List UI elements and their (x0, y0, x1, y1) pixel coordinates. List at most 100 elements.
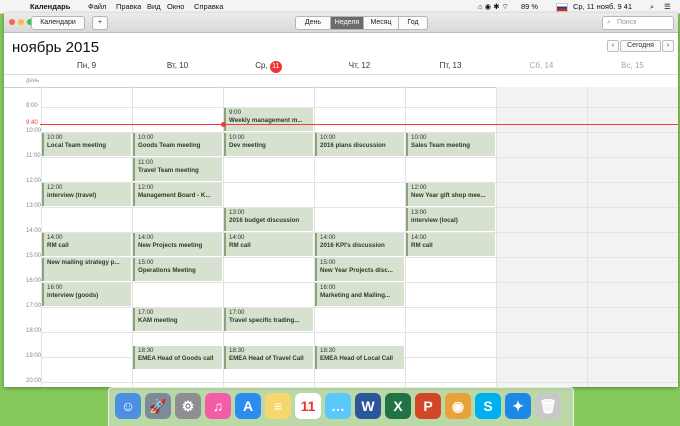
calendar-event[interactable]: 12:00 interview (travel) (42, 183, 131, 206)
day-header[interactable]: Вт, 10 (132, 61, 223, 70)
calendar-event[interactable]: 18:30 EMEA Head of Travel Call (224, 345, 313, 369)
search-placeholder[interactable]: Поиск (617, 17, 636, 29)
calendar-icon[interactable]: 11 (295, 393, 321, 419)
calendar-event[interactable]: 14:00 2016 KPI's discussion (315, 233, 404, 256)
day-column-divider (587, 87, 588, 387)
calendar-event[interactable]: 17:00 Travel specific trading... (224, 308, 313, 331)
launchpad-icon[interactable]: 🚀 (145, 393, 171, 419)
calendar-event[interactable]: 17:00 KAM meeting (133, 308, 222, 331)
battery-percent[interactable]: 89 % (521, 2, 538, 11)
menu-app-name[interactable]: Календарь (30, 2, 70, 11)
menu-clock[interactable]: Ср, 11 нояб. 9 41 (573, 2, 632, 11)
event-time: 10:00 (320, 134, 336, 141)
calendar-event[interactable]: 14:00 RM call (42, 233, 131, 256)
hour-label: 19:00 (26, 353, 42, 359)
excel-icon[interactable]: X (385, 393, 411, 419)
minimize-window-icon[interactable] (18, 19, 24, 25)
day-header[interactable]: Пт, 13 (405, 61, 496, 70)
day-header[interactable]: Чт, 12 (314, 61, 405, 70)
calendar-event[interactable]: 9:00 Weekly management m... (224, 108, 313, 131)
menu-window[interactable]: Окно (167, 2, 184, 11)
calendar-event[interactable]: 13:00 interview (local) (406, 208, 495, 231)
menu-help[interactable]: Справка (194, 2, 223, 11)
calendar-event[interactable]: 10:00 Dev meeting (224, 133, 313, 156)
tab-week[interactable]: Неделя (331, 17, 364, 29)
close-window-icon[interactable] (9, 19, 15, 25)
skype-icon[interactable]: S (475, 393, 501, 419)
word-icon[interactable]: W (355, 393, 381, 419)
event-time: 18:30 (138, 346, 154, 354)
notes-icon[interactable]: ≡ (265, 393, 291, 419)
calendar-event[interactable]: 12:00 Management Board - K... (133, 183, 222, 206)
calendar-event[interactable]: 11:00 Travel Team meeting (133, 158, 222, 181)
day-header[interactable]: Ср, 11 (223, 61, 314, 73)
event-title: Operations Meeting (138, 267, 196, 274)
hour-label: 17:00 (26, 303, 42, 309)
menu-bar: Календарь Файл Правка Вид Окно Справка ⌂… (0, 0, 680, 14)
tab-year[interactable]: Год (399, 17, 427, 29)
status-icons[interactable]: ⌂ ◉ ✱ ⌔ (478, 2, 509, 12)
tab-month[interactable]: Месяц (364, 17, 399, 29)
calendar-event[interactable]: 15:00 Operations Meeting (133, 258, 222, 281)
add-event-button[interactable]: + (92, 16, 108, 30)
day-header[interactable]: Вс, 15 (587, 61, 678, 70)
hour-line (41, 107, 678, 108)
app-store-icon[interactable]: A (235, 393, 261, 419)
event-title: 2016 plans discussion (320, 142, 386, 149)
calendar-event[interactable]: 10:00 Goods Team meeting (133, 133, 222, 156)
event-time: 13:00 (411, 209, 427, 216)
day-header-label: Сб, 14 (529, 61, 554, 70)
input-source-flag-icon[interactable] (556, 3, 568, 12)
calendar-event[interactable]: 18:30 EMEA Head of Goods call (133, 345, 222, 369)
all-day-row[interactable]: день (4, 74, 678, 88)
finder-icon[interactable]: ☺ (115, 393, 141, 419)
calendars-button[interactable]: Календари (31, 16, 85, 30)
safari-icon[interactable]: ✦ (505, 393, 531, 419)
chrome-icon[interactable]: ◉ (445, 393, 471, 419)
calendar-event[interactable]: 10:00 Local Team meeting (42, 133, 131, 156)
hour-line (41, 382, 678, 383)
hour-label: 11:00 (26, 153, 41, 159)
system-preferences-icon[interactable]: ⚙ (175, 393, 201, 419)
menu-file[interactable]: Файл (88, 2, 106, 11)
tab-day[interactable]: День (296, 17, 331, 29)
week-grid[interactable]: 9:00 10:00 11:00 12:00 13:00 14:00 15:00 16:00 1… (4, 87, 678, 387)
day-header[interactable]: Сб, 14 (496, 61, 587, 70)
calendar-event[interactable]: 13:00 2016 budget discussion (224, 208, 313, 231)
trash-icon[interactable]: 🗑 (535, 393, 561, 419)
calendar-event[interactable]: 15:00 New Year Projects disc... (315, 258, 404, 281)
calendar-event[interactable]: 14:00 RM call (406, 233, 495, 256)
today-button[interactable]: Сегодня (620, 40, 661, 52)
calendar-event[interactable]: 18:30 EMEA Head of Local Call (315, 345, 404, 369)
calendar-event[interactable]: 10:00 Sales Team meeting (406, 133, 495, 156)
event-title: New Year gift shop mee... (411, 192, 486, 199)
menu-view[interactable]: Вид (147, 2, 161, 11)
calendar-event[interactable]: 12:00 New Year gift shop mee... (406, 183, 495, 206)
calendar-event[interactable]: New mailing strategy p... (42, 258, 131, 281)
messages-icon[interactable]: … (325, 393, 351, 419)
event-time: 12:00 (411, 184, 427, 191)
event-time: 10:00 (229, 134, 245, 141)
event-title: RM call (411, 242, 433, 249)
calendar-event[interactable]: 16:00 interview (goods) (42, 283, 131, 306)
search-field[interactable]: ⌕ Поиск (602, 16, 674, 30)
hour-label: 20:00 (26, 378, 42, 384)
notification-center-icon[interactable]: ☰ (664, 2, 671, 11)
day-header[interactable]: Пн, 9 (41, 61, 132, 70)
event-title: EMEA Head of Local Call (320, 354, 394, 362)
event-time: 10:00 (47, 134, 63, 141)
calendar-event[interactable]: 10:00 2016 plans discussion (315, 133, 404, 156)
calendar-event[interactable]: 14:00 New Projects meeting (133, 233, 222, 256)
event-title: Dev meeting (229, 142, 266, 149)
calendar-event[interactable]: 14:00 RM call (224, 233, 313, 256)
spotlight-icon[interactable]: ⌕ (650, 2, 654, 12)
powerpoint-icon[interactable]: P (415, 393, 441, 419)
event-time: 10:00 (138, 134, 154, 141)
prev-week-button[interactable]: ‹ (607, 40, 619, 52)
menu-edit[interactable]: Правка (116, 2, 141, 11)
hour-label: 18:00 (26, 328, 42, 334)
calendar-event[interactable]: 16:00 Marketing and Mailing... (315, 283, 404, 306)
itunes-icon[interactable]: ♫ (205, 393, 231, 419)
next-week-button[interactable]: › (662, 40, 674, 52)
view-switcher: День Неделя Месяц Год (295, 16, 428, 30)
